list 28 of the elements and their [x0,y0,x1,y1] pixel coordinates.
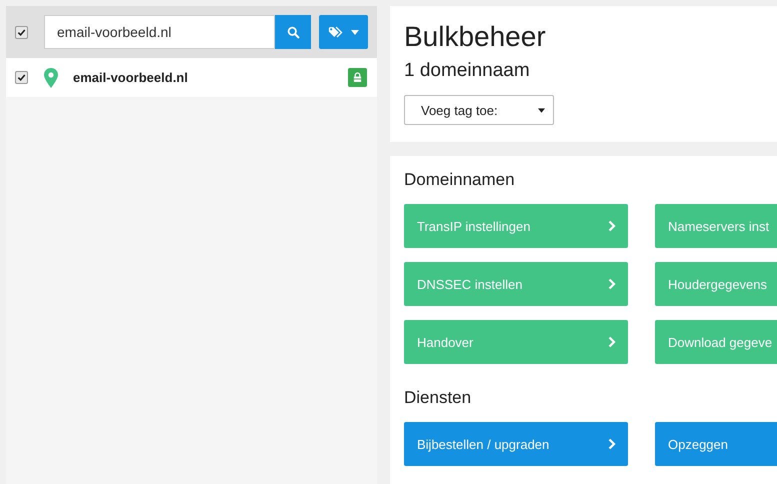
search-button[interactable] [275,15,312,49]
map-pin-icon [44,68,58,88]
caret-icon [538,108,545,112]
search-icon [286,26,300,38]
action-button[interactable]: Download gegeve [655,320,777,364]
action-button[interactable]: DNSSEC instellen [404,262,628,306]
action-button[interactable]: Houdergegevens [655,262,777,306]
domain-name: email-voorbeeld.nl [73,70,189,85]
page-title: Bulkbeheer [404,20,547,54]
chevron-icon [608,278,616,290]
search-field[interactable]: email-voorbeeld.nl [44,15,276,49]
section-title: Diensten [404,387,472,409]
section-title: Domeinnamen [404,169,516,191]
action-button[interactable]: Bijbestellen / upgraden [404,422,628,466]
action-button[interactable]: Nameservers inst [655,204,777,248]
chevron-icon [608,336,616,348]
caret-icon [351,30,360,34]
action-button[interactable]: Handover [404,320,628,364]
action-button[interactable]: Opzeggen [655,422,777,466]
domain-row[interactable]: email-voorbeeld.nl [6,58,377,97]
chevron-icon [608,220,616,232]
action-button[interactable]: TransIP instellingen [404,204,628,248]
domain-count: 1 domeinnaam [404,59,531,83]
chevron-icon [608,438,616,450]
domain-checkbox[interactable] [15,71,28,84]
tag-dropdown-button[interactable] [319,15,368,49]
tag-select[interactable]: Voeg tag toe: [404,95,554,125]
select-all-checkbox[interactable] [15,26,28,38]
